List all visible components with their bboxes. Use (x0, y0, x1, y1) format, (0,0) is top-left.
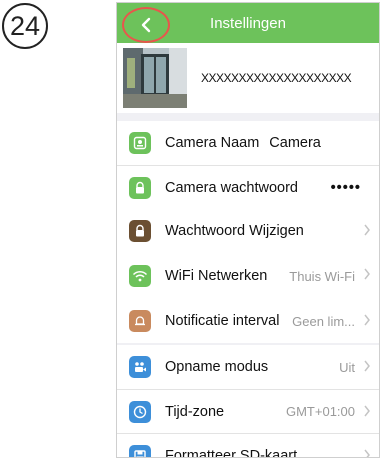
wifi-networks-value: Thuis Wi-Fi (289, 268, 355, 284)
wifi-group: WiFi Netwerken Thuis Wi-Fi (117, 253, 379, 299)
row-camera-password[interactable]: Camera wachtwoord ••••• (117, 165, 379, 209)
row-time-zone[interactable]: Tijd-zone GMT+01:00 (117, 389, 379, 433)
camera-name-value: Camera (269, 135, 321, 151)
save-icon (129, 444, 151, 457)
row-notification-interval[interactable]: Notificatie interval Geen lim... (117, 299, 379, 343)
notification-interval-label: Notificatie interval (165, 313, 280, 329)
chevron-left-icon (141, 17, 151, 33)
chevron-right-icon (364, 449, 370, 457)
phone-screen: Instellingen XXXXXXXXXXXXXXXXXXXX Camera… (116, 2, 380, 458)
lock-icon (129, 176, 151, 199)
navbar: Instellingen (117, 3, 379, 43)
chevron-right-icon (364, 224, 370, 236)
row-format-sd-card[interactable]: Formatteer SD-kaart (117, 433, 379, 458)
chevron-right-icon (364, 314, 370, 326)
recording-group: Opname modus Uit Tijd-zone GMT+01:00 For… (117, 345, 379, 458)
row-change-password[interactable]: Wachtwoord Wijzigen (117, 209, 379, 253)
wifi-networks-label: WiFi Netwerken (165, 268, 268, 284)
camera-name-label: Camera Naam (165, 135, 260, 151)
format-sd-card-label: Formatteer SD-kaart (165, 447, 298, 458)
camera-password-value: ••••• (330, 179, 361, 196)
chevron-right-icon (364, 360, 370, 372)
recording-mode-label: Opname modus (165, 359, 269, 375)
bell-icon (129, 310, 151, 332)
camera-id: XXXXXXXXXXXXXXXXXXXX (201, 71, 352, 85)
page-title: Instellingen (210, 14, 286, 32)
password-change-group: Wachtwoord Wijzigen (117, 209, 379, 253)
recording-mode-value: Uit (339, 359, 355, 375)
notification-group: Notificatie interval Geen lim... (117, 299, 379, 343)
step-number: 24 (9, 10, 41, 41)
row-recording-mode[interactable]: Opname modus Uit (117, 345, 379, 389)
chevron-right-icon (364, 268, 370, 280)
notification-interval-value: Geen lim... (292, 313, 355, 329)
back-button[interactable] (122, 7, 170, 43)
chevron-right-icon (364, 405, 370, 417)
camera-icon (129, 132, 151, 154)
step-number-badge: 24 (2, 3, 48, 49)
camera-thumbnail (123, 48, 187, 108)
time-zone-value: GMT+01:00 (285, 404, 355, 419)
clock-icon (129, 400, 151, 423)
row-wifi-networks[interactable]: WiFi Netwerken Thuis Wi-Fi (117, 253, 379, 299)
change-password-label: Wachtwoord Wijzigen (165, 223, 304, 239)
camera-settings-group: Camera Naam Camera Camera wachtwoord •••… (117, 121, 379, 209)
wifi-icon (129, 265, 151, 287)
time-zone-label: Tijd-zone (165, 403, 225, 420)
lock-icon (129, 220, 151, 242)
camera-profile: XXXXXXXXXXXXXXXXXXXX (117, 43, 379, 113)
row-camera-name[interactable]: Camera Naam Camera (117, 121, 379, 165)
video-camera-icon (129, 356, 151, 378)
camera-password-label: Camera wachtwoord (165, 179, 298, 196)
